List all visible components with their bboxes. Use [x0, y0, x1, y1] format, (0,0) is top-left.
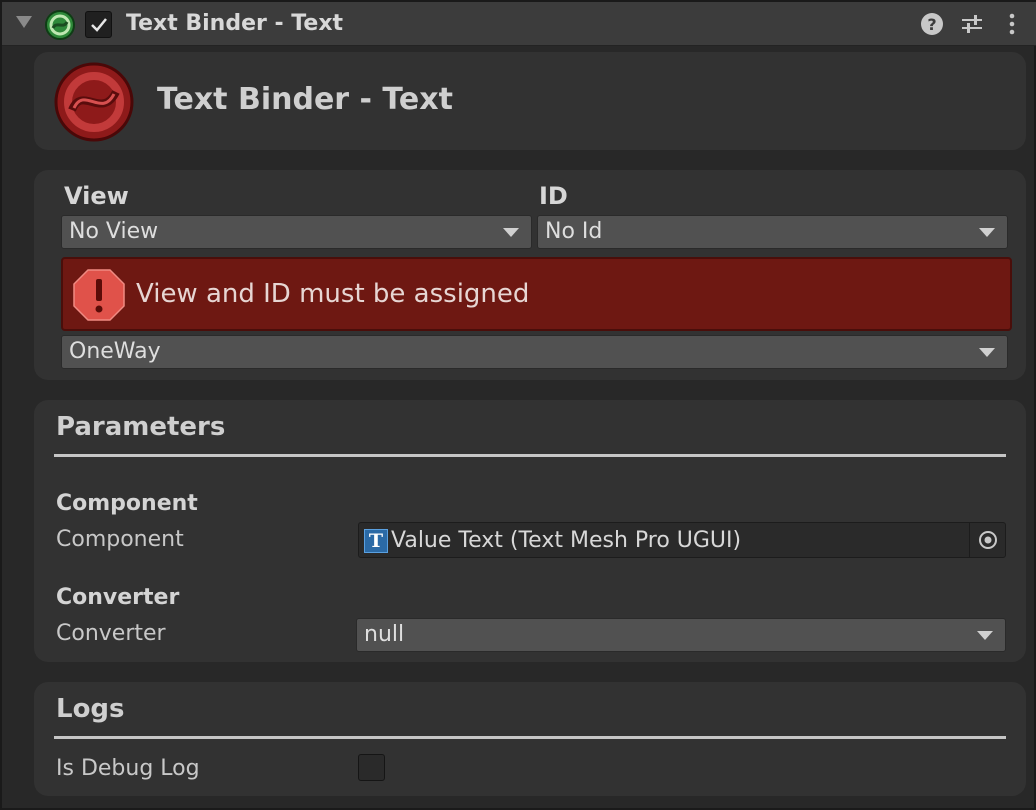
object-picker-button[interactable] [969, 523, 1005, 557]
section-divider [54, 454, 1006, 457]
text-mesh-pro-icon: T [364, 529, 388, 553]
view-dropdown-value: No View [69, 219, 159, 244]
chevron-down-icon [979, 228, 995, 237]
id-dropdown[interactable]: No Id [537, 215, 1008, 249]
presets-icon[interactable] [960, 12, 984, 36]
converter-dropdown[interactable]: null [356, 618, 1006, 652]
id-dropdown-value: No Id [545, 219, 603, 244]
converter-header: Converter [56, 585, 180, 610]
binding-panel: View ID No View No Id View and ID must b… [34, 170, 1026, 380]
logs-panel: Logs Is Debug Log [34, 682, 1026, 796]
logs-title: Logs [56, 694, 125, 724]
target-icon [978, 531, 997, 549]
checkmark-icon [90, 17, 107, 32]
error-message: View and ID must be assigned [136, 279, 530, 309]
chevron-down-icon [979, 348, 995, 357]
binder-logo-icon [45, 10, 75, 40]
chevron-down-icon [503, 228, 519, 237]
binder-logo-large-icon [54, 62, 134, 142]
foldout-arrow-icon[interactable] [16, 16, 32, 28]
binding-mode-dropdown[interactable]: OneWay [61, 335, 1008, 369]
view-dropdown[interactable]: No View [61, 215, 532, 249]
view-label: View [64, 182, 129, 210]
parameters-panel: Parameters Component Component T Value T… [34, 400, 1026, 662]
component-header: Component [56, 491, 198, 516]
debug-log-checkbox[interactable] [358, 754, 385, 781]
context-menu-icon[interactable] [1000, 12, 1024, 36]
inspector-component: Text Binder - Text ? Text Binder - Text … [0, 0, 1036, 810]
title-panel: Text Binder - Text [34, 52, 1026, 150]
parameters-title: Parameters [56, 412, 226, 442]
chevron-down-icon [977, 631, 993, 640]
converter-label: Converter [56, 621, 166, 646]
converter-value: null [364, 622, 405, 647]
component-title: Text Binder - Text [126, 11, 344, 36]
section-divider [54, 736, 1006, 739]
error-icon [73, 269, 125, 321]
enable-checkbox[interactable] [85, 11, 112, 38]
help-icon[interactable]: ? [920, 12, 944, 36]
id-label: ID [539, 182, 568, 210]
component-label: Component [56, 527, 184, 552]
panel-title: Text Binder - Text [157, 82, 453, 117]
debug-log-label: Is Debug Log [56, 756, 200, 781]
component-object-field[interactable]: T Value Text (Text Mesh Pro UGUI) [358, 522, 1006, 558]
error-helpbox: View and ID must be assigned [61, 257, 1012, 331]
component-header[interactable]: Text Binder - Text ? [2, 2, 1036, 46]
component-value: Value Text (Text Mesh Pro UGUI) [391, 528, 742, 553]
binding-mode-value: OneWay [69, 339, 161, 364]
